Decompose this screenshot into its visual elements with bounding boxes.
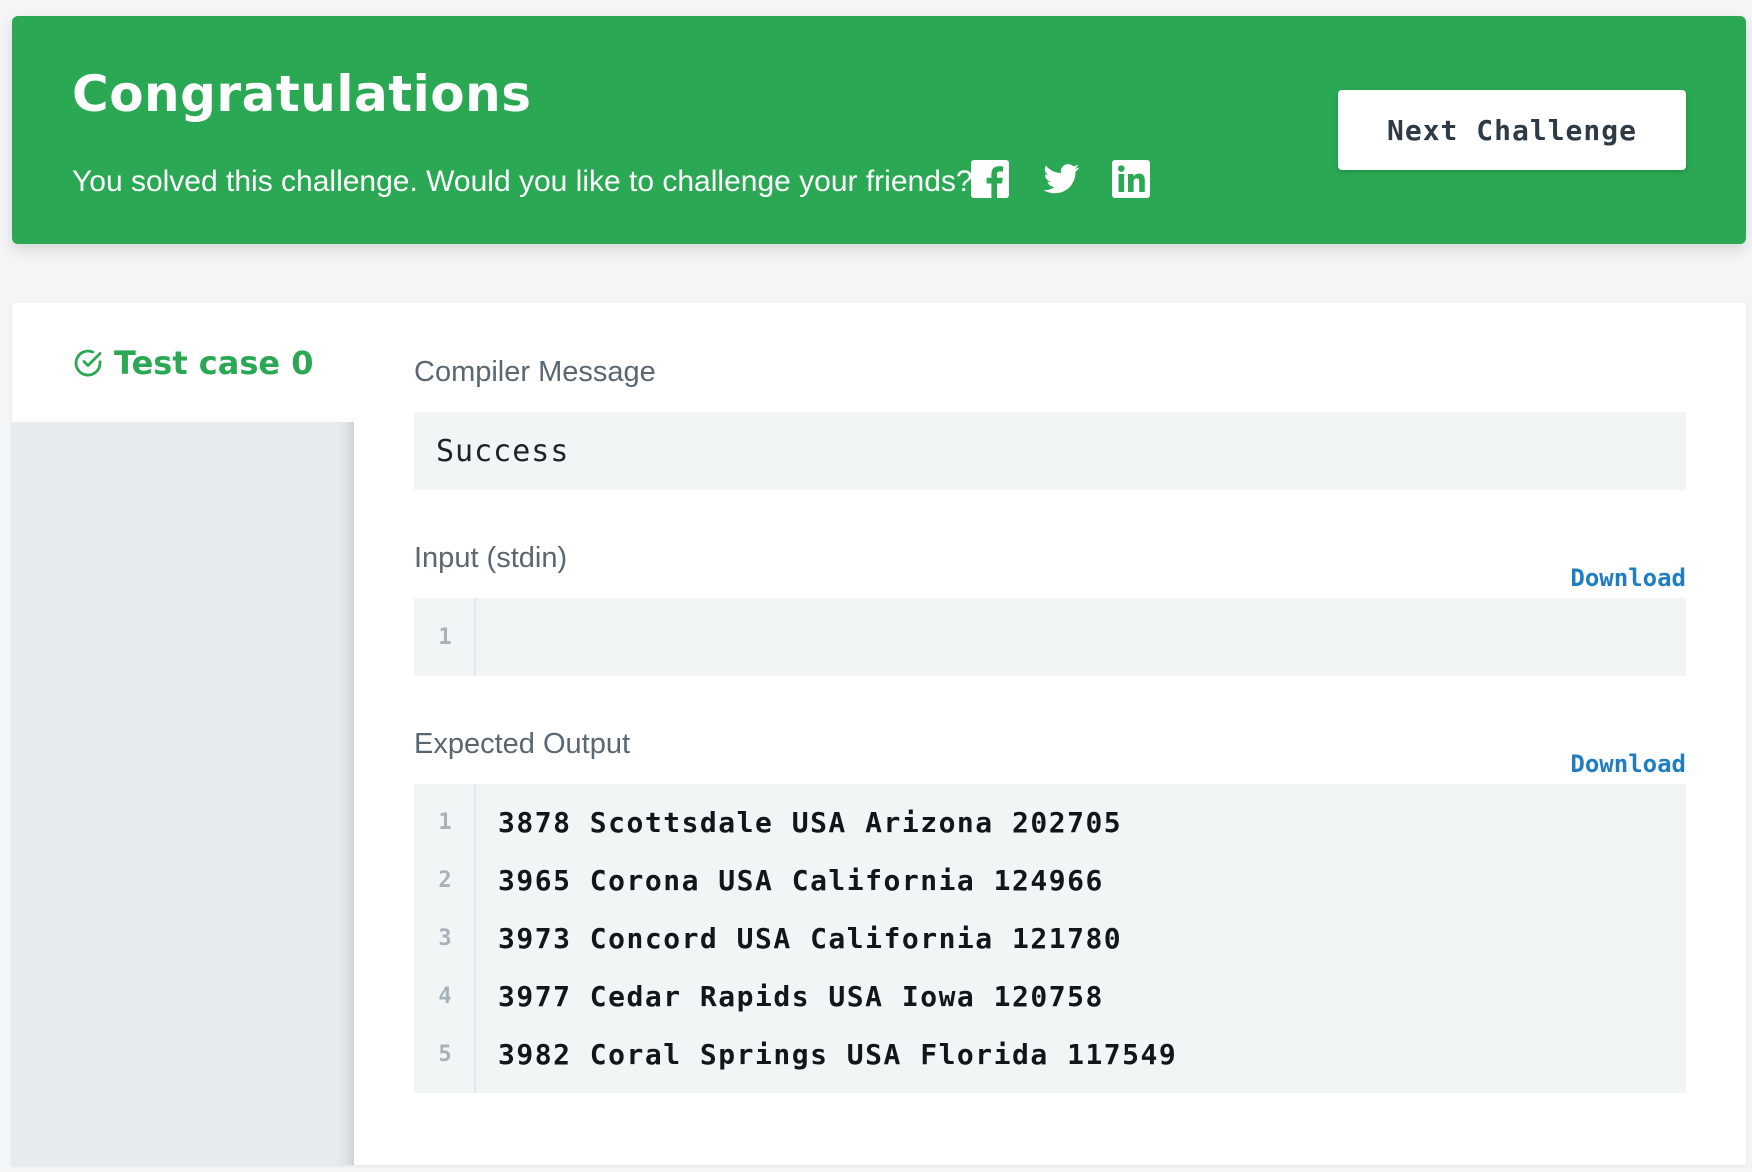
expected-output-download-link[interactable]: Download: [1570, 750, 1686, 778]
expected-output-label: Expected Output: [414, 728, 631, 760]
code-line: 3 3973 Concord USA California 121780: [414, 909, 1686, 967]
input-download-link[interactable]: Download: [1570, 564, 1686, 592]
line-text: 3982 Coral Springs USA Florida 117549: [498, 1037, 1178, 1071]
tab-label: Test case 0: [114, 343, 314, 382]
code-line: 1 3878 Scottsdale USA Arizona 202705: [414, 793, 1686, 851]
facebook-share-button[interactable]: [970, 159, 1010, 199]
line-number: 2: [438, 867, 452, 893]
twitter-share-button[interactable]: [1041, 159, 1081, 199]
line-text: 3973 Concord USA California 121780: [498, 921, 1123, 955]
line-number: 1: [438, 624, 452, 650]
line-text: 3965 Corona USA California 124966: [498, 863, 1104, 897]
linkedin-icon: [1112, 160, 1150, 198]
check-circle-icon: [74, 349, 102, 376]
code-line: 2 3965 Corona USA California 124966: [414, 851, 1686, 909]
test-results-panel: Test case 0 Compiler Message Success Inp…: [12, 303, 1746, 1165]
test-case-sidebar: Test case 0: [12, 303, 354, 1165]
tab-test-case-0[interactable]: Test case 0: [12, 303, 354, 422]
success-banner: Congratulations You solved this challeng…: [12, 16, 1746, 244]
code-line: 5 3982 Coral Springs USA Florida 117549: [414, 1025, 1686, 1083]
facebook-icon: [971, 160, 1009, 198]
twitter-icon: [1043, 164, 1080, 194]
banner-subtitle: You solved this challenge. Would you lik…: [72, 165, 973, 198]
input-label: Input (stdin): [414, 542, 568, 574]
expected-output-code-box: 1 3878 Scottsdale USA Arizona 202705 2 3…: [414, 784, 1686, 1093]
line-number: 3: [438, 925, 452, 951]
banner-title: Congratulations: [72, 65, 532, 123]
line-number: 1: [438, 809, 452, 835]
line-text: 3977 Cedar Rapids USA Iowa 120758: [498, 979, 1104, 1013]
line-number: 4: [438, 983, 452, 1009]
compiler-message-label: Compiler Message: [414, 356, 656, 388]
compiler-message-box: Success: [414, 412, 1686, 490]
input-code-box: 1: [414, 598, 1686, 676]
linkedin-share-button[interactable]: [1111, 159, 1151, 199]
next-challenge-button[interactable]: Next Challenge: [1338, 90, 1686, 170]
code-line: 1: [414, 598, 1686, 676]
line-number: 5: [438, 1041, 452, 1067]
code-line: 4 3977 Cedar Rapids USA Iowa 120758: [414, 967, 1686, 1025]
line-text: 3878 Scottsdale USA Arizona 202705: [498, 805, 1123, 839]
